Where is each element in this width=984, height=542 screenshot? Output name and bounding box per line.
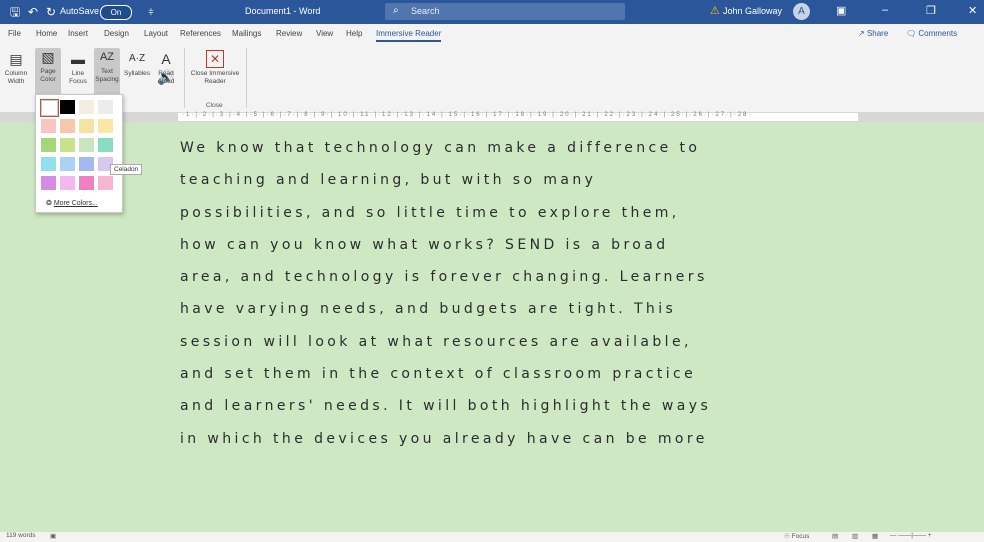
- color-swatch[interactable]: [98, 119, 113, 133]
- search-box[interactable]: ⌕ Search: [385, 3, 625, 20]
- color-swatch[interactable]: [98, 138, 113, 152]
- horizontal-ruler[interactable]: ·1·|·2·|·3·|·4·|·5·|·6·|·7·|·8·|·9·|·10·…: [0, 112, 984, 122]
- column-width-icon: ▤: [9, 51, 23, 67]
- text-line: possibilities, and so little time to exp…: [180, 204, 680, 221]
- word-count[interactable]: 119 words: [6, 532, 36, 539]
- color-swatch[interactable]: [60, 138, 75, 152]
- color-swatch[interactable]: [79, 157, 94, 171]
- tab-view[interactable]: View: [316, 29, 333, 38]
- status-bar: 119 words ▣ ☉ Focus ▤ ▥ ▦ — ——|—— +: [0, 532, 984, 542]
- close-immersive-reader-button[interactable]: ✕ Close Immersive Reader: [190, 50, 240, 86]
- tab-file[interactable]: File: [8, 29, 21, 38]
- text-spacing-button[interactable]: AZ Text Spacing: [94, 48, 120, 98]
- read-mode-icon[interactable]: ▤: [832, 532, 838, 540]
- color-swatch[interactable]: [79, 176, 94, 190]
- customize-qat-icon[interactable]: ⫩: [144, 5, 158, 19]
- tab-immersive-reader[interactable]: Immersive Reader: [376, 29, 442, 42]
- read-aloud-button[interactable]: A🔊 Read Aloud: [153, 50, 179, 86]
- close-icon[interactable]: ✕: [968, 4, 977, 17]
- text-line: session will look at what resources are …: [180, 333, 692, 350]
- color-swatch[interactable]: [41, 176, 56, 190]
- tab-insert[interactable]: Insert: [68, 29, 88, 38]
- user-name[interactable]: John Galloway: [723, 6, 782, 16]
- page-color-dropdown: ❂ More Colors...: [35, 94, 123, 213]
- document-title: Document1 - Word: [245, 6, 321, 16]
- color-tooltip: Celadon: [110, 164, 143, 175]
- color-swatch[interactable]: [41, 138, 56, 152]
- focus-mode-button[interactable]: ☉ Focus: [784, 532, 809, 540]
- text-line: teaching and learning, but with so many: [180, 172, 597, 189]
- more-colors-button[interactable]: ❂ More Colors...: [46, 199, 98, 207]
- autosave-label: AutoSave: [60, 6, 100, 16]
- share-button[interactable]: ↗ Share: [858, 29, 888, 38]
- search-placeholder: Search: [411, 6, 440, 16]
- text-spacing-icon: AZ: [99, 51, 115, 63]
- color-swatch[interactable]: [41, 157, 56, 171]
- save-icon[interactable]: 🖫: [8, 5, 22, 19]
- ribbon-display-icon[interactable]: ▣: [836, 4, 846, 17]
- print-layout-icon[interactable]: ▥: [852, 532, 858, 540]
- tab-design[interactable]: Design: [104, 29, 129, 38]
- proofing-icon[interactable]: ▣: [50, 532, 56, 540]
- text-line: area, and technology is forever changing…: [180, 269, 708, 286]
- zoom-slider[interactable]: — ——|—— +: [890, 532, 932, 539]
- comments-button[interactable]: 🗨 Comments: [906, 29, 957, 38]
- syllables-icon: A·Z: [128, 53, 146, 64]
- tab-references[interactable]: References: [180, 29, 221, 38]
- search-icon: ⌕: [393, 5, 399, 16]
- syllables-button[interactable]: A·Z Syllables: [124, 50, 150, 78]
- close-group-label: Close: [206, 102, 223, 109]
- page-color-button[interactable]: ▧ Page Color: [35, 48, 61, 98]
- read-aloud-icon: A🔊: [157, 51, 175, 85]
- document-page[interactable]: We know that technology can make a diffe…: [0, 122, 984, 532]
- warning-icon[interactable]: ⚠: [710, 4, 720, 17]
- tab-layout[interactable]: Layout: [144, 29, 168, 38]
- color-swatch[interactable]: [79, 100, 94, 114]
- color-swatch[interactable]: [60, 176, 75, 190]
- column-width-button[interactable]: ▤ Column Width: [3, 50, 29, 86]
- color-swatch[interactable]: [79, 138, 94, 152]
- tab-review[interactable]: Review: [276, 29, 302, 38]
- text-line: We know that technology can make a diffe…: [180, 140, 701, 156]
- minimize-icon[interactable]: –: [882, 4, 888, 16]
- text-line: how can you know what works? SEND is a b…: [180, 236, 669, 253]
- redo-icon[interactable]: ↻: [44, 5, 58, 19]
- web-layout-icon[interactable]: ▦: [872, 532, 878, 540]
- tab-help[interactable]: Help: [346, 29, 362, 38]
- line-focus-icon: ▬: [71, 51, 85, 67]
- color-swatch[interactable]: [60, 157, 75, 171]
- tab-mailings[interactable]: Mailings: [232, 29, 261, 38]
- page-color-icon: ▧: [41, 49, 55, 65]
- ribbon-tabs: File Home Insert Design Layout Reference…: [0, 24, 984, 44]
- avatar[interactable]: A: [793, 3, 810, 20]
- color-swatch[interactable]: [98, 176, 113, 190]
- close-reader-icon: ✕: [206, 50, 224, 68]
- color-swatch[interactable]: [98, 100, 113, 114]
- text-line: and learners' needs. It will both highli…: [180, 398, 712, 415]
- ribbon: ▤ Column Width ▧ Page Color ▬ Line Focus…: [0, 44, 984, 113]
- autosave-toggle[interactable]: On: [100, 5, 132, 20]
- color-swatch[interactable]: [79, 119, 94, 133]
- color-swatch[interactable]: [60, 100, 75, 114]
- color-swatch[interactable]: [60, 119, 75, 133]
- text-line: in which the devices you already have ca…: [180, 430, 708, 447]
- palette-icon: ❂: [46, 200, 52, 207]
- ribbon-divider: [184, 48, 185, 108]
- ribbon-divider: [246, 48, 247, 108]
- tab-home[interactable]: Home: [36, 29, 57, 38]
- text-line: have varying needs, and budgets are tigh…: [180, 301, 677, 318]
- color-swatch[interactable]: [40, 99, 59, 117]
- document-body[interactable]: We know that technology can make a diffe…: [180, 132, 830, 455]
- ruler-ticks: ·1·|·2·|·3·|·4·|·5·|·6·|·7·|·8·|·9·|·10·…: [182, 112, 753, 118]
- text-line: and set them in the context of classroom…: [180, 366, 697, 383]
- title-bar: 🖫 ↶ ↻ AutoSave On ⫩ Document1 - Word ⌕ S…: [0, 0, 984, 24]
- color-swatch[interactable]: [41, 119, 56, 133]
- restore-icon[interactable]: ❐: [926, 4, 936, 17]
- undo-icon[interactable]: ↶: [26, 5, 40, 19]
- line-focus-button[interactable]: ▬ Line Focus: [65, 50, 91, 86]
